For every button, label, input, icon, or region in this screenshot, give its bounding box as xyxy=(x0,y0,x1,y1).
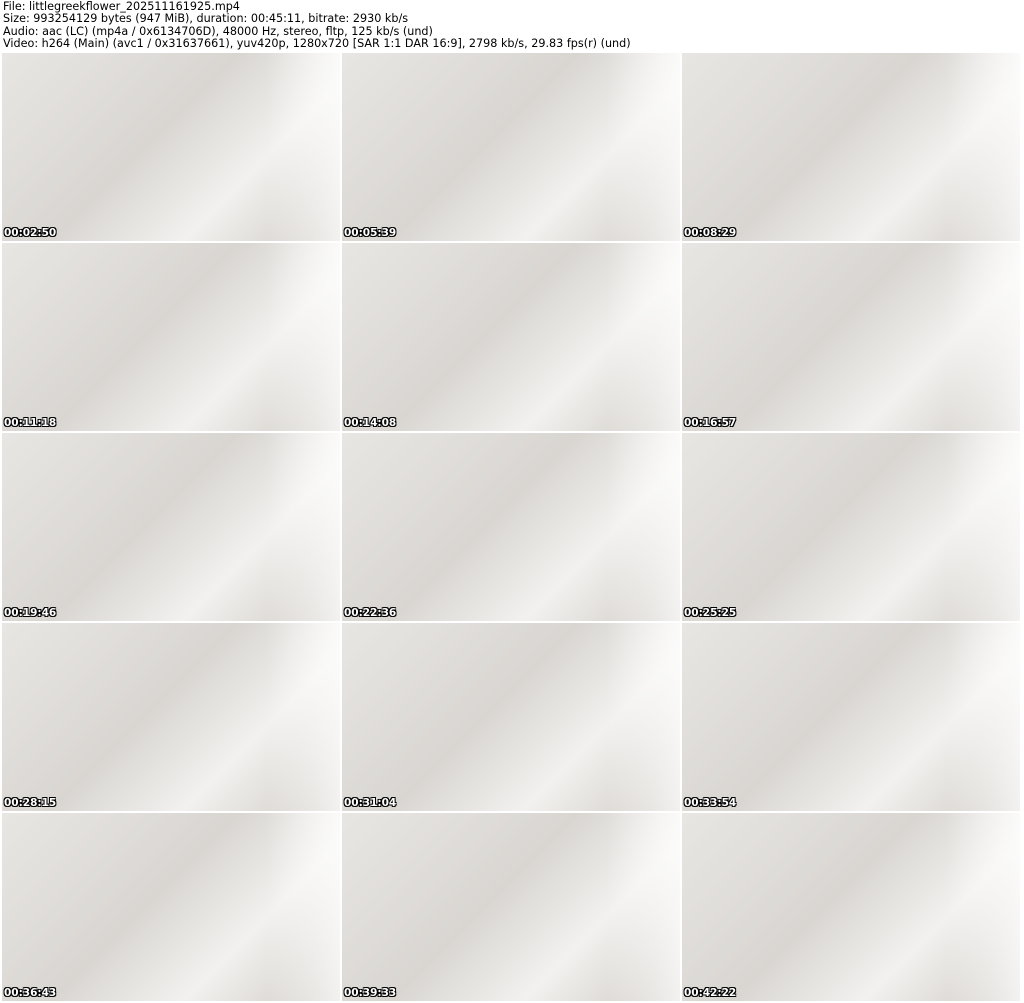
thumbnail-timestamp: 00:08:29 xyxy=(684,227,737,239)
thumbnail-timestamp: 00:25:25 xyxy=(684,607,737,619)
thumbnail-timestamp: 00:28:15 xyxy=(4,797,57,809)
video-thumbnail: 00:25:25 xyxy=(682,433,1020,621)
video-info: Video: h264 (Main) (avc1 / 0x31637661), … xyxy=(3,37,631,51)
video-thumbnail: 00:05:39 xyxy=(342,53,680,241)
video-thumbnail: 00:02:50 xyxy=(2,53,340,241)
thumbnail-timestamp: 00:19:46 xyxy=(4,607,57,619)
video-thumbnail: 00:22:36 xyxy=(342,433,680,621)
video-thumbnail: 00:28:15 xyxy=(2,623,340,811)
video-thumbnail: 00:42:22 xyxy=(682,813,1020,1001)
thumbnail-timestamp: 00:33:54 xyxy=(684,797,737,809)
thumbnail-timestamp: 00:31:04 xyxy=(344,797,397,809)
video-thumbnail: 00:31:04 xyxy=(342,623,680,811)
thumbnail-timestamp: 00:14:08 xyxy=(344,417,397,429)
video-thumbnail: 00:36:43 xyxy=(2,813,340,1001)
thumbnail-grid: 00:02:50 00:05:39 00:08:29 00:11:18 00:14:08… xyxy=(2,53,1022,1001)
thumbnail-timestamp: 00:02:50 xyxy=(4,227,57,239)
file-info-header: File: littlegreekflower_202511161925.mp4… xyxy=(3,0,631,51)
thumbnail-timestamp: 00:05:39 xyxy=(344,227,397,239)
thumbnail-timestamp: 00:39:33 xyxy=(344,987,397,999)
video-thumbnail: 00:19:46 xyxy=(2,433,340,621)
thumbnail-timestamp: 00:36:43 xyxy=(4,987,57,999)
video-thumbnail: 00:11:18 xyxy=(2,243,340,431)
thumbnail-timestamp: 00:16:57 xyxy=(684,417,737,429)
thumbnail-timestamp: 00:22:36 xyxy=(344,607,397,619)
video-thumbnail: 00:08:29 xyxy=(682,53,1020,241)
video-thumbnail: 00:14:08 xyxy=(342,243,680,431)
video-thumbnail: 00:16:57 xyxy=(682,243,1020,431)
file-size-info: Size: 993254129 bytes (947 MiB), duratio… xyxy=(3,12,409,26)
video-thumbnail: 00:39:33 xyxy=(342,813,680,1001)
thumbnail-timestamp: 00:11:18 xyxy=(4,417,57,429)
video-thumbnail: 00:33:54 xyxy=(682,623,1020,811)
thumbnail-timestamp: 00:42:22 xyxy=(684,987,737,999)
